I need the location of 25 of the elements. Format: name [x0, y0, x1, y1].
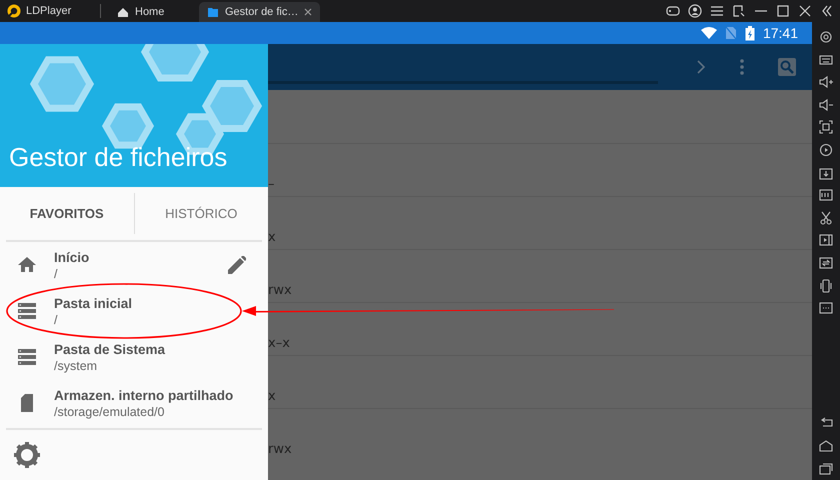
clock: 17:41	[762, 25, 798, 41]
bookmark-title: Pasta de Sistema	[54, 342, 166, 356]
file-permissions: x	[268, 389, 276, 406]
drawer-item[interactable]: Pasta inicial /	[0, 288, 268, 334]
file-permissions: rwx	[268, 283, 292, 300]
drawer-item[interactable]: Início /	[0, 242, 268, 288]
window-tab[interactable]: Gestor de fic…	[199, 2, 320, 22]
file-permissions: –	[268, 177, 274, 194]
bookmark-path: /	[54, 266, 58, 280]
window-tab[interactable]: Home	[109, 2, 195, 22]
bookmark-path: /	[54, 312, 58, 326]
bookmark-title: Armazen. interno partilhado	[54, 388, 234, 402]
drawer-item[interactable]: Armazen. interno partilhado /storage/emulated/0	[0, 380, 268, 426]
drawer-item[interactable]: Pasta de Sistema /system	[0, 334, 268, 380]
drawer-tab[interactable]: FAVORITOS	[0, 187, 134, 240]
drawer-title: Gestor de ficheiros	[8, 142, 228, 174]
bookmark-path: /system	[54, 358, 98, 372]
app-name: LDPlayer	[26, 5, 72, 17]
drawer-tab[interactable]: HISTÓRICO	[134, 187, 268, 240]
file-permissions: x–x	[268, 336, 290, 353]
bookmark-title: Início	[54, 250, 90, 264]
file-permissions: rwx	[268, 442, 292, 459]
file-permissions: x	[268, 230, 276, 247]
bookmark-title: Pasta inicial	[54, 296, 134, 310]
bookmark-path: /storage/emulated/0	[54, 404, 166, 418]
